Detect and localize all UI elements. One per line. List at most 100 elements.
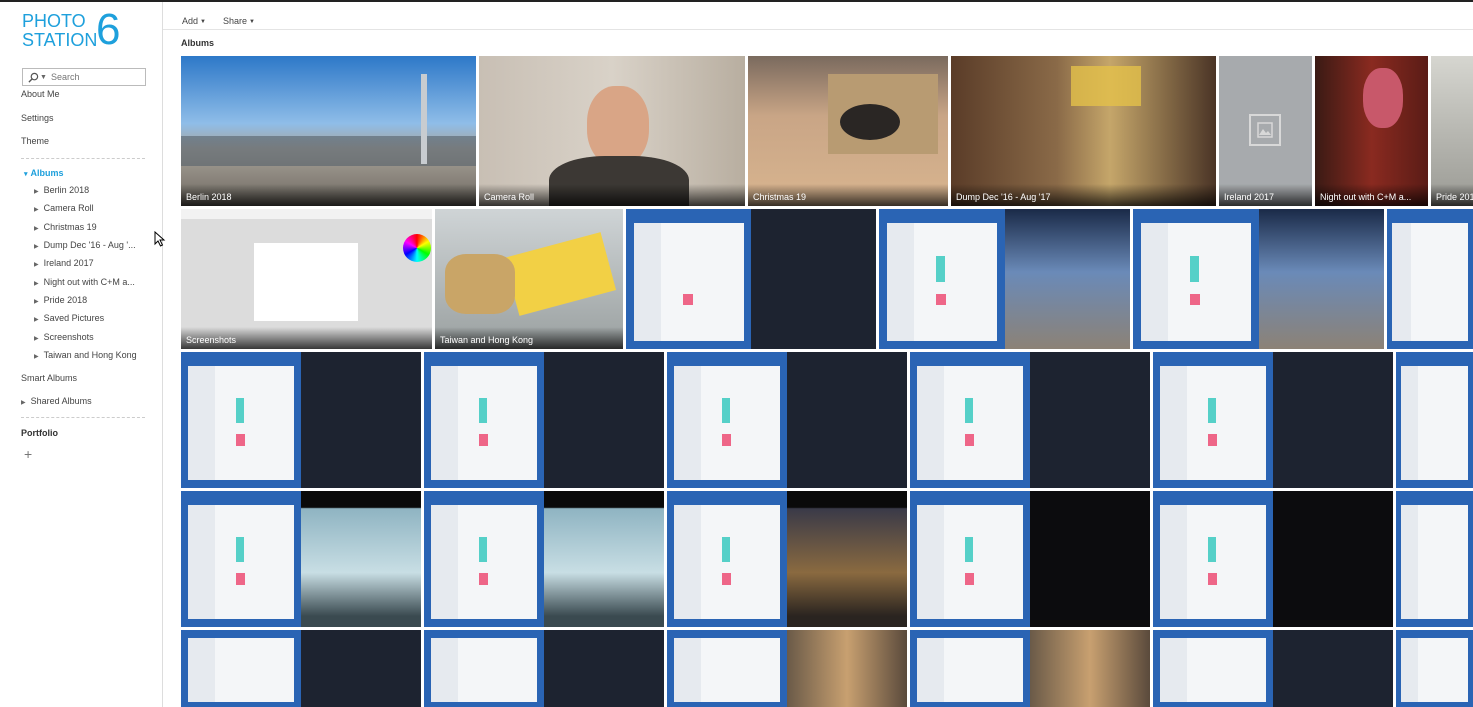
photo-thumbnail[interactable] <box>667 630 907 707</box>
photo-detail <box>917 365 944 480</box>
sidebar-album-screenshots[interactable]: ▶ Screenshots <box>34 332 94 342</box>
photo-detail <box>1396 630 1473 707</box>
photo-thumbnail[interactable] <box>1133 209 1384 349</box>
photo-detail <box>1207 434 1218 446</box>
nav-albums[interactable]: ▾ Albums <box>24 168 64 178</box>
triangle-right-icon[interactable]: ▶ <box>34 207 39 213</box>
sidebar-album-camera-roll[interactable]: ▶ Camera Roll <box>34 203 94 213</box>
photo-detail <box>1160 365 1187 480</box>
photo-thumbnail[interactable] <box>879 209 1130 349</box>
album-label: Ireland 2017 <box>43 258 94 268</box>
photo-detail <box>1400 637 1469 703</box>
search-input[interactable] <box>50 72 141 82</box>
photo-detail <box>1258 209 1384 349</box>
sidebar-album-saved-pictures[interactable]: ▶ Saved Pictures <box>34 313 104 323</box>
photo-thumbnail[interactable] <box>1153 491 1393 627</box>
triangle-right-icon[interactable]: ▶ <box>34 336 39 342</box>
shared-albums-label: Shared Albums <box>30 396 92 406</box>
triangle-right-icon[interactable]: ▶ <box>34 317 39 323</box>
album-tile-christmas-19[interactable]: Christmas 19 <box>748 56 948 206</box>
album-tile-berlin-2018[interactable]: Berlin 2018 <box>181 56 476 206</box>
album-label: Berlin 2018 <box>43 185 90 195</box>
photo-detail <box>1004 209 1130 349</box>
photo-thumbnail[interactable] <box>181 630 421 707</box>
nav-settings[interactable]: Settings <box>21 113 54 123</box>
plus-icon[interactable]: + <box>24 446 32 462</box>
nav-shared-albums[interactable]: ▶ Shared Albums <box>21 396 92 406</box>
triangle-right-icon[interactable]: ▶ <box>21 400 26 406</box>
photo-detail <box>587 86 649 166</box>
photo-thumbnail[interactable] <box>424 491 664 627</box>
photo-detail <box>544 630 664 707</box>
photo-thumbnail[interactable] <box>910 352 1150 488</box>
photo-detail <box>1160 637 1187 703</box>
photo-detail <box>1160 365 1266 480</box>
album-tile-pride-2018[interactable]: Pride 2018 <box>1431 56 1473 206</box>
sidebar-album-dump[interactable]: ▶ Dump Dec '16 - Aug '... <box>34 240 136 250</box>
sidebar-album-night-out[interactable]: ▶ Night out with C+M a... <box>34 277 135 287</box>
photo-thumbnail[interactable] <box>1396 491 1473 627</box>
share-button[interactable]: Share ▼ <box>223 16 255 26</box>
album-tile-dump[interactable]: Dump Dec '16 - Aug '17 <box>951 56 1216 206</box>
app-logo[interactable]: PHOTO STATION 6 <box>22 8 134 54</box>
album-tile-screenshots[interactable]: Screenshots <box>181 209 432 349</box>
triangle-right-icon[interactable]: ▶ <box>34 299 39 305</box>
photo-thumbnail[interactable] <box>181 491 421 627</box>
photo-thumbnail[interactable] <box>424 630 664 707</box>
sidebar-album-berlin-2018[interactable]: ▶ Berlin 2018 <box>34 185 89 195</box>
triangle-right-icon[interactable]: ▶ <box>34 354 39 360</box>
album-tile-label: Taiwan and Hong Kong <box>435 327 623 349</box>
album-label: Night out with C+M a... <box>43 277 135 287</box>
photo-detail <box>1160 504 1187 619</box>
photo-thumbnail[interactable] <box>667 352 907 488</box>
photo-detail <box>1140 223 1251 341</box>
photo-thumbnail[interactable] <box>1153 630 1393 707</box>
album-tile-night-out[interactable]: Night out with C+M a... <box>1315 56 1428 206</box>
chevron-down-icon[interactable]: ▼ <box>40 74 47 81</box>
add-button[interactable]: Add ▼ <box>182 16 206 26</box>
photo-thumbnail[interactable] <box>910 630 1150 707</box>
sidebar-album-taiwan[interactable]: ▶ Taiwan and Hong Kong <box>34 350 137 360</box>
photo-thumbnail[interactable] <box>910 491 1150 627</box>
photo-detail <box>936 255 946 282</box>
photo-detail <box>721 397 731 423</box>
photo-thumbnail[interactable] <box>1387 209 1473 349</box>
photo-thumbnail[interactable] <box>424 352 664 488</box>
nav-smart-albums[interactable]: Smart Albums <box>21 373 77 383</box>
photo-thumbnail[interactable] <box>181 352 421 488</box>
photo-thumbnail[interactable] <box>1396 630 1473 707</box>
cursor-icon <box>154 231 166 247</box>
photo-detail <box>431 504 537 619</box>
triangle-down-icon[interactable]: ▾ <box>24 171 28 178</box>
triangle-right-icon[interactable]: ▶ <box>34 226 39 232</box>
photo-detail <box>478 573 489 585</box>
triangle-right-icon[interactable]: ▶ <box>34 262 39 268</box>
album-tile-ireland-2017[interactable]: Ireland 2017 <box>1219 56 1312 206</box>
nav-theme[interactable]: Theme <box>21 136 49 146</box>
photo-thumbnail[interactable] <box>626 209 876 349</box>
nav-about-me[interactable]: About Me <box>21 89 60 99</box>
photo-thumbnail[interactable] <box>1153 352 1393 488</box>
logo-text-line2: STATION <box>22 30 98 50</box>
photo-detail <box>1030 630 1150 707</box>
photo-detail <box>424 491 544 627</box>
triangle-right-icon[interactable]: ▶ <box>34 244 39 250</box>
search-box[interactable]: ▼ <box>22 68 146 86</box>
photo-detail <box>478 397 488 423</box>
photo-detail <box>478 536 488 562</box>
album-label: Christmas 19 <box>43 222 97 232</box>
sidebar-album-ireland-2017[interactable]: ▶ Ireland 2017 <box>34 258 94 268</box>
photo-thumbnail[interactable] <box>667 491 907 627</box>
photo-detail <box>1273 491 1393 627</box>
album-tile-camera-roll[interactable]: Camera Roll <box>479 56 745 206</box>
photo-detail <box>936 293 947 306</box>
album-tile-taiwan[interactable]: Taiwan and Hong Kong <box>435 209 623 349</box>
sidebar-album-christmas-19[interactable]: ▶ Christmas 19 <box>34 222 97 232</box>
photo-detail <box>1207 573 1218 585</box>
triangle-right-icon[interactable]: ▶ <box>34 281 39 287</box>
photo-detail <box>917 637 1023 703</box>
photo-detail <box>721 434 732 446</box>
triangle-right-icon[interactable]: ▶ <box>34 189 39 195</box>
photo-thumbnail[interactable] <box>1396 352 1473 488</box>
sidebar-album-pride-2018[interactable]: ▶ Pride 2018 <box>34 295 87 305</box>
